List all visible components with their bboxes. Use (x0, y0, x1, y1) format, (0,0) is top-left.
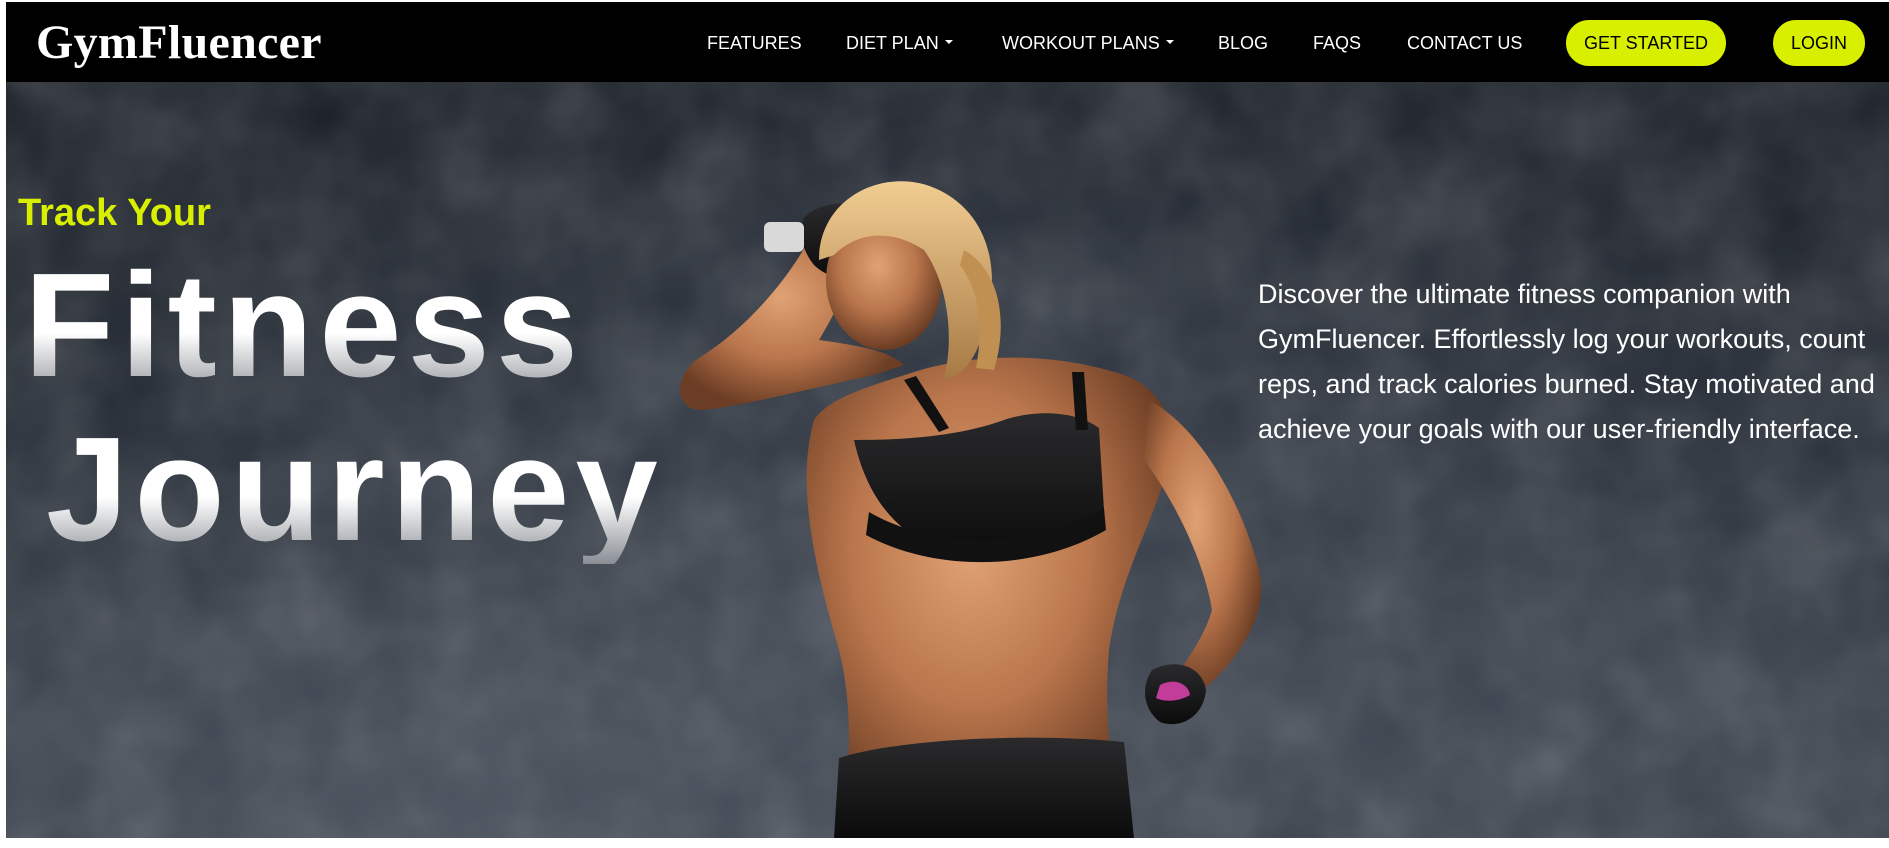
get-started-label: GET STARTED (1583, 32, 1709, 53)
hero-headline-journey: Journey (46, 407, 664, 572)
login-label: LOGIN (1790, 32, 1847, 53)
nav-faqs[interactable]: FAQS (1313, 33, 1361, 54)
nav-workout-plans-label: WORKOUT PLANS (1002, 33, 1160, 53)
page: GymFluencer FEATURES DIET PLAN WORKOUT P… (6, 2, 1889, 838)
hero-headline-fitness: Fitness (24, 243, 585, 408)
nav-faqs-label: FAQS (1313, 33, 1362, 53)
nav-diet-plan[interactable]: DIET PLAN (846, 33, 953, 54)
hero-section: Track Your Fitness Journey Discover the … (6, 82, 1889, 838)
chevron-down-icon (1165, 40, 1174, 45)
get-started-button[interactable]: GET STARTED (1566, 20, 1726, 66)
nav-blog[interactable]: BLOG (1218, 33, 1268, 54)
woman-flexing-photo (680, 181, 1262, 838)
nav-features-label: FEATURES (707, 33, 802, 53)
hero-kicker: Track Your (18, 192, 211, 234)
nav-contact-us[interactable]: CONTACT US (1407, 33, 1522, 54)
chevron-down-icon (944, 40, 953, 45)
nav-diet-plan-label: DIET PLAN (846, 33, 939, 53)
nav-blog-label: BLOG (1218, 33, 1269, 53)
nav-features[interactable]: FEATURES (707, 33, 802, 54)
nav-workout-plans[interactable]: WORKOUT PLANS (1002, 33, 1174, 54)
navbar: GymFluencer FEATURES DIET PLAN WORKOUT P… (6, 2, 1889, 82)
brand-logo[interactable]: GymFluencer (36, 15, 322, 70)
login-button[interactable]: LOGIN (1773, 20, 1865, 66)
nav-contact-us-label: CONTACT US (1407, 33, 1523, 53)
hero-description: Discover the ultimate fitness companion … (1258, 279, 1875, 444)
